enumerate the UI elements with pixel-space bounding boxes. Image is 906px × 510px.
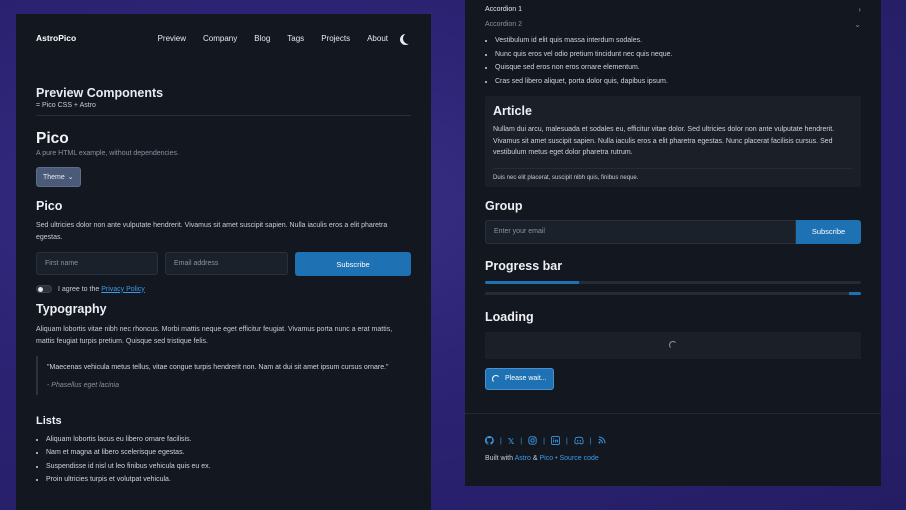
divider [36, 115, 411, 116]
pico-subtitle: A pure HTML example, without dependencie… [36, 150, 179, 157]
agree-label: I agree to the [58, 285, 100, 293]
nav-link-preview[interactable]: Preview [158, 34, 186, 43]
list-item: Cras sed libero aliquet, porta dolor qui… [495, 75, 861, 89]
accordion-1-label: Accordion 1 [485, 6, 522, 13]
top-nav: AstroPico Preview Company Blog Tags Proj… [36, 14, 411, 62]
progress-heading: Progress bar [485, 258, 563, 273]
form-text: Sed ultricies dolor non ante vulputate h… [36, 222, 388, 241]
accordion-item-2[interactable]: Accordion 2 ⌄ [485, 17, 861, 32]
form-heading: Pico [36, 199, 63, 213]
theme-dropdown-button[interactable]: Theme ⌄ [36, 167, 81, 187]
built-with-text: Built with Astro & Pico • Source code [485, 455, 861, 462]
progress-bar [485, 280, 861, 284]
list-item: Proin ultricies turpis et volutpat vehic… [46, 473, 411, 487]
rss-icon[interactable] [598, 436, 606, 446]
instagram-icon[interactable] [528, 435, 537, 447]
ampersand: & [532, 454, 538, 462]
article-footer: Duis nec elit placerat, suscipit nibh qu… [493, 167, 853, 181]
progress-fill [485, 280, 579, 284]
progress-bar-indeterminate [485, 291, 861, 295]
chevron-down-icon: ⌄ [67, 174, 74, 181]
list-item: Nunc quis eros vel odio pretium tincidun… [495, 48, 861, 62]
nav-link-company[interactable]: Company [203, 34, 237, 43]
privacy-policy-link[interactable]: Privacy Policy [101, 286, 145, 293]
bullet-separator: • [555, 454, 558, 462]
list-item: Vestibulum id elit quis massa interdum s… [495, 34, 861, 48]
article-body: Nullam dui arcu, malesuada et sodales eu… [493, 126, 835, 156]
chevron-right-icon: › [858, 5, 861, 14]
separator: | [500, 437, 502, 445]
linkedin-icon[interactable] [551, 435, 560, 447]
list-item: Suspendisse id nisl ut leo finibus vehic… [46, 460, 411, 474]
nav-link-about[interactable]: About [367, 34, 388, 43]
group-email-input[interactable]: Enter your email [485, 219, 796, 244]
page-subtitle: = Pico CSS + Astro [36, 102, 96, 109]
first-name-input[interactable]: First name [36, 252, 158, 275]
quote-cite: - Phasellus eget lacinia [47, 381, 119, 389]
subscribe-form: First name Email address Subscribe [36, 252, 411, 276]
blockquote: "Maecenas vehicula metus tellus, vitae c… [36, 356, 411, 395]
x-icon[interactable]: 𝕏 [508, 437, 514, 446]
pico-link[interactable]: Pico [540, 455, 554, 462]
moon-icon[interactable] [403, 33, 414, 44]
list-item: Aliquam lobortis lacus eu libero ornare … [46, 433, 411, 447]
nav-link-blog[interactable]: Blog [254, 34, 270, 43]
separator: | [520, 437, 523, 445]
chevron-down-icon: ⌄ [854, 20, 861, 29]
page-title: Preview Components [36, 86, 164, 100]
spinner-icon [669, 341, 677, 349]
social-icons: | 𝕏 | | | | [484, 435, 861, 447]
progress-fill [849, 291, 861, 295]
email-input[interactable]: Email address [165, 252, 288, 275]
nav-link-tags[interactable]: Tags [287, 34, 304, 43]
brand-logo[interactable]: AstroPico [36, 33, 76, 43]
article-title: Article [493, 104, 532, 118]
agree-row: I agree to the Privacy Policy [36, 285, 411, 293]
quote-text: "Maecenas vehicula metus tellus, vitae c… [47, 364, 389, 371]
discord-icon[interactable] [574, 436, 584, 447]
footer-divider [465, 412, 881, 414]
github-icon[interactable] [484, 435, 494, 447]
theme-button-label: Theme [43, 173, 65, 181]
separator: | [565, 437, 568, 445]
group-subscribe-button[interactable]: Subscribe [796, 219, 861, 244]
typography-text: Aliquam lobortis vitae nibh nec rhoncus.… [36, 326, 393, 345]
please-wait-button[interactable]: Please wait... [485, 367, 554, 390]
source-code-link[interactable]: Source code [559, 455, 598, 462]
accordion-item-1[interactable]: Accordion 1 › [485, 2, 861, 17]
left-panel: AstroPico Preview Company Blog Tags Proj… [16, 14, 431, 510]
nav-link-projects[interactable]: Projects [321, 34, 350, 43]
please-wait-label: Please wait... [505, 375, 547, 382]
group-heading: Group [485, 198, 523, 213]
group-form: Enter your email Subscribe [485, 219, 861, 244]
separator: | [589, 437, 592, 445]
typography-heading: Typography [36, 302, 107, 316]
loading-box [485, 331, 861, 359]
loading-heading: Loading [485, 309, 534, 324]
separator: | [543, 437, 545, 445]
astro-link[interactable]: Astro [515, 455, 531, 462]
spinner-icon [492, 374, 500, 383]
lists-heading: Lists [36, 414, 62, 427]
subscribe-button[interactable]: Subscribe [295, 252, 411, 276]
right-panel: Accordion 1 › Accordion 2 ⌄ Vestibulum i… [465, 0, 881, 486]
accordion-list: Vestibulum id elit quis massa interdum s… [485, 34, 861, 88]
accordion-2-label: Accordion 2 [485, 21, 522, 28]
list-item: Quisque sed eros non eros ornare element… [495, 61, 861, 75]
list-item: Nam et magna at libero scelerisque egest… [46, 446, 411, 460]
article-card: Article Nullam dui arcu, malesuada et so… [485, 96, 861, 187]
agree-toggle[interactable] [36, 285, 52, 293]
pico-heading: Pico [36, 130, 69, 147]
lists-list: Aliquam lobortis lacus eu libero ornare … [36, 433, 411, 487]
nav-links: Preview Company Blog Tags Projects About [141, 33, 411, 44]
built-prefix: Built with [485, 454, 514, 462]
